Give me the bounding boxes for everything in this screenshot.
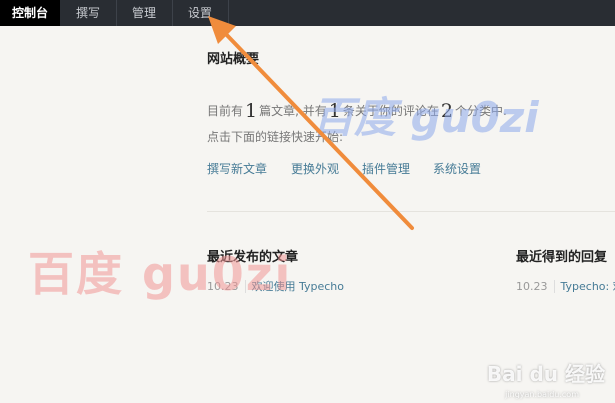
nav-settings[interactable]: 设置 — [172, 0, 228, 26]
link-change-theme[interactable]: 更换外观 — [291, 160, 339, 177]
recent-reply-link[interactable]: Typecho: 欢 — [555, 280, 615, 293]
nav-manage[interactable]: 管理 — [116, 0, 172, 26]
recent-reply-item: 10.23Typecho: 欢 — [516, 278, 615, 294]
categories-count: 2 — [440, 100, 453, 122]
recent-post-date: 10.23 — [207, 280, 246, 293]
comments-unit: 条关于你的评论在 — [342, 104, 439, 118]
nav-separator — [228, 0, 229, 26]
link-system-settings[interactable]: 系统设置 — [433, 160, 481, 177]
posts-count: 1 — [245, 100, 258, 122]
recent-reply-date: 10.23 — [516, 280, 555, 293]
posts-unit: 篇文章, 并有 — [259, 104, 327, 118]
baidu-jingyan-url: jingyan.baidu.com — [505, 390, 579, 399]
annotation-arrow — [208, 16, 414, 230]
link-write-post[interactable]: 撰写新文章 — [207, 160, 267, 177]
recent-post-link[interactable]: 欢迎使用 Typecho — [246, 280, 345, 293]
section-divider — [207, 211, 615, 212]
link-plugin-manage[interactable]: 插件管理 — [362, 160, 410, 177]
recent-posts-title: 最近发布的文章 — [207, 250, 299, 265]
recent-post-item: 10.23 欢迎使用 Typecho — [207, 278, 344, 294]
baidu-jingyan-logo: Bai du 经验 — [486, 362, 605, 386]
top-nav-bar: 控制台 撰写 管理 设置 — [0, 0, 615, 26]
categories-unit: 个分类中. — [454, 104, 507, 118]
comments-count: 1 — [328, 100, 341, 122]
recent-replies-title: 最近得到的回复 — [516, 250, 608, 265]
overview-hint: 点击下面的链接快速开始: — [207, 130, 344, 144]
overview-stats: 目前有 1 篇文章, 并有 1 条关于你的评论在 2 个分类中. — [207, 100, 507, 122]
nav-dashboard[interactable]: 控制台 — [0, 0, 60, 26]
nav-write[interactable]: 撰写 — [60, 0, 116, 26]
overview-title: 网站概要 — [207, 52, 260, 67]
stats-prefix: 目前有 — [207, 104, 244, 118]
